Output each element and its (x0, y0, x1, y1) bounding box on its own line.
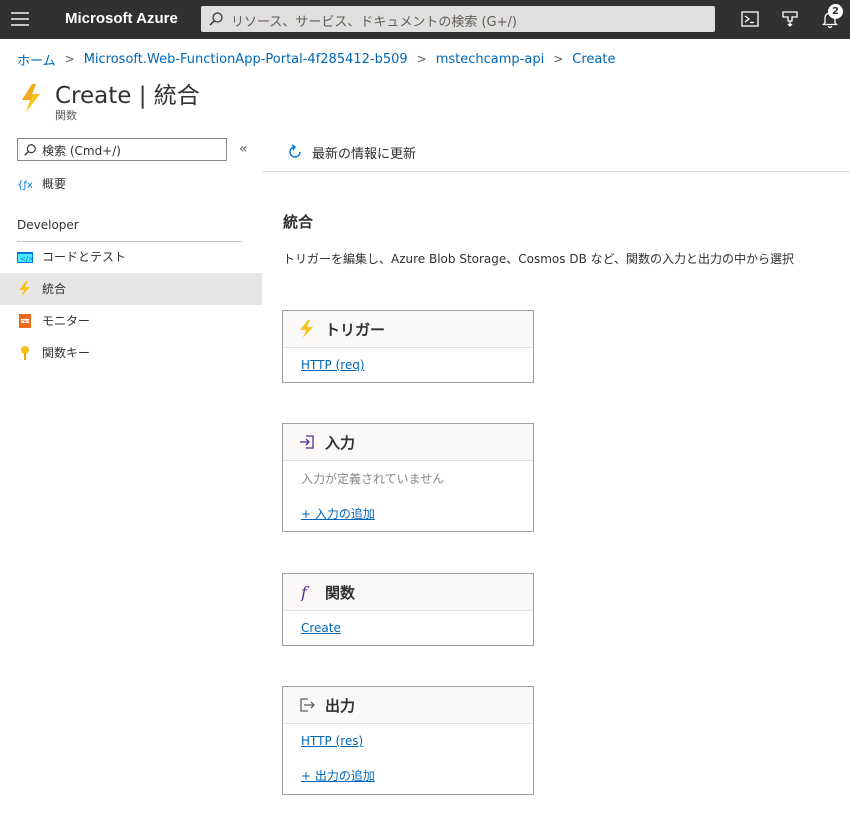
breadcrumb-function-app[interactable]: mstechcamp-api (436, 52, 544, 67)
trigger-card-header: トリガー (283, 311, 533, 348)
function-card-header: f 関数 (283, 574, 533, 611)
input-card-header: 入力 (283, 424, 533, 461)
sidebar-item-label: 統合 (42, 282, 67, 296)
trigger-card: トリガー HTTP (req) (282, 310, 534, 383)
input-card-title: 入力 (325, 434, 356, 452)
sidebar-item-overview[interactable]: {ƒx} 概要 (0, 168, 262, 200)
add-input-link[interactable]: + 入力の追加 (301, 505, 375, 522)
search-icon (24, 144, 36, 156)
lightning-icon (22, 84, 40, 112)
function-card-title: 関数 (325, 584, 356, 602)
sidebar-section-heading: Developer (17, 218, 79, 232)
trigger-card-title: トリガー (325, 321, 386, 339)
code-icon: </> (17, 252, 33, 263)
breadcrumb-function[interactable]: Create (572, 52, 615, 67)
page-title: Create | 統合 (55, 83, 200, 109)
output-card-header: 出力 (283, 687, 533, 724)
sidebar-item-code-test[interactable]: </> コードとテスト (0, 241, 262, 273)
sidebar-item-label: 概要 (42, 177, 67, 191)
svg-text:f: f (300, 583, 310, 601)
chevron-right-icon: > (64, 52, 75, 66)
svg-text:</>: </> (20, 255, 33, 263)
output-card: 出力 HTTP (res) + 出力の追加 (282, 686, 534, 795)
sidebar-item-function-keys[interactable]: 関数キー (0, 337, 262, 369)
function-icon: {ƒx} (17, 180, 33, 191)
trigger-http-link[interactable]: HTTP (req) (301, 358, 365, 372)
sidebar-item-label: コードとテスト (42, 250, 127, 264)
input-card: 入力 入力が定義されていません + 入力の追加 (282, 423, 534, 532)
collapse-sidebar-icon[interactable]: « (239, 141, 248, 157)
search-icon (209, 12, 223, 26)
refresh-button[interactable]: 最新の情報に更新 (286, 142, 416, 162)
section-description: トリガーを編集し、Azure Blob Storage、Cosmos DB など… (283, 252, 795, 266)
breadcrumb-home[interactable]: ホーム (17, 50, 56, 69)
directory-filter-icon[interactable] (780, 9, 800, 29)
svg-text:{ƒx}: {ƒx} (17, 180, 33, 191)
sidebar-item-integration[interactable]: 統合 (0, 273, 262, 305)
hamburger-menu-icon[interactable] (11, 12, 29, 26)
refresh-icon (289, 144, 301, 158)
function-italic-icon: f (300, 583, 310, 601)
brand-name[interactable]: Microsoft Azure (65, 10, 178, 27)
function-create-link[interactable]: Create (301, 621, 341, 635)
top-bar: Microsoft Azure リソース、サービス、ドキュメントの検索 (G+/… (0, 0, 850, 39)
sidebar-item-label: モニター (42, 314, 91, 328)
sidebar-search-input[interactable]: 検索 (Cmd+/) (17, 138, 227, 161)
output-http-link[interactable]: HTTP (res) (301, 734, 363, 748)
key-icon (21, 346, 29, 360)
section-title: 統合 (283, 213, 314, 231)
lightning-icon (300, 320, 313, 338)
lightning-icon (19, 281, 30, 297)
breadcrumb-function-app-group[interactable]: Microsoft.Web-FunctionApp-Portal-4f28541… (84, 52, 408, 67)
add-output-link[interactable]: + 出力の追加 (301, 767, 375, 784)
sidebar-search-placeholder: 検索 (Cmd+/) (42, 144, 121, 158)
page-subtitle: 関数 (55, 109, 77, 122)
breadcrumb: ホーム > Microsoft.Web-FunctionApp-Portal-4… (17, 49, 615, 69)
cloud-shell-icon[interactable] (740, 9, 760, 29)
divider (262, 171, 850, 172)
output-card-title: 出力 (325, 697, 356, 715)
input-icon (300, 435, 314, 449)
sidebar-item-label: 関数キー (42, 346, 91, 360)
output-icon (300, 698, 315, 712)
notification-count-badge: 2 (828, 4, 843, 19)
function-card: f 関数 Create (282, 573, 534, 646)
global-search-placeholder: リソース、サービス、ドキュメントの検索 (G+/) (231, 15, 517, 30)
refresh-label: 最新の情報に更新 (312, 146, 417, 162)
global-search-input[interactable]: リソース、サービス、ドキュメントの検索 (G+/) (201, 6, 715, 32)
monitor-icon (19, 314, 31, 328)
chevron-right-icon: > (416, 52, 427, 66)
sidebar-item-monitor[interactable]: モニター (0, 305, 262, 337)
chevron-right-icon: > (553, 52, 564, 66)
input-empty-message: 入力が定義されていません (301, 472, 445, 486)
